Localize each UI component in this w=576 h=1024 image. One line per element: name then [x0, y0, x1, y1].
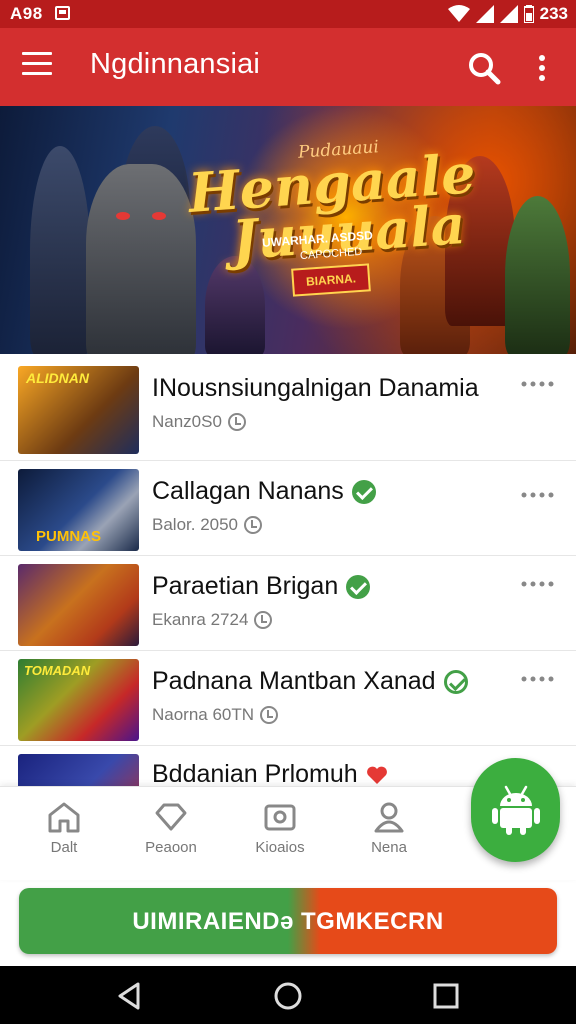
verified-icon: [346, 574, 371, 599]
clock-icon: [227, 413, 246, 431]
nav-label: Peaoon: [145, 839, 197, 856]
banner-hero: [86, 164, 196, 354]
clock-icon: [254, 611, 273, 629]
more-vert-icon[interactable]: [528, 50, 556, 86]
item-title-text: Paraetian Brigan: [152, 572, 339, 600]
nav-profile[interactable]: Nena: [349, 801, 429, 873]
item-thumbnail: [18, 754, 139, 786]
banner-tag: BIARNA.: [291, 263, 371, 297]
item-meta-text: Ekanra 2724: [152, 610, 249, 629]
banner-character: [30, 146, 90, 354]
thumb-label: TOMADAN: [24, 663, 91, 678]
app-bar: Ngdinnansiai: [0, 28, 576, 106]
item-meta: Naorna 60TN: [152, 705, 279, 725]
verified-icon: [351, 479, 376, 504]
item-thumbnail: [18, 564, 139, 646]
item-meta-text: Nanz0S0: [152, 412, 222, 431]
item-meta: Ekanra 2724: [152, 610, 273, 630]
nav-photos[interactable]: Kioaios: [240, 801, 320, 873]
battery-icon: [523, 5, 534, 23]
banner-character: [505, 196, 570, 354]
item-meta-text: Naorna 60TN: [152, 705, 255, 724]
status-clock: 233: [539, 4, 568, 23]
item-meta: Balor. 2050: [152, 515, 263, 535]
wifi-icon: [447, 5, 470, 22]
android-icon: [492, 785, 540, 835]
diamond-icon: [155, 803, 187, 831]
system-navigation-bar: [0, 966, 576, 1024]
game-list: ALIDNAN INousnsiungalnigan Danamia Nanz0…: [0, 354, 576, 786]
item-title: Padnana Mantban Xanad: [152, 667, 468, 696]
clock-icon: [244, 516, 263, 534]
home-button-icon[interactable]: [272, 980, 304, 1012]
photo-icon: [264, 804, 296, 831]
nav-label: Dalt: [50, 839, 78, 856]
item-meta: Nanz0S0: [152, 412, 246, 432]
more-horiz-icon[interactable]: [520, 376, 556, 392]
more-horiz-icon[interactable]: [520, 671, 556, 687]
item-title: INousnsiungalnigan Danamia: [152, 374, 479, 403]
verified-outline-icon: [443, 669, 468, 694]
cta-label: UIMIRAIENDə TGMKECRN: [132, 908, 444, 935]
item-thumbnail: TOMADAN: [18, 659, 139, 741]
item-thumbnail: ALIDNAN: [18, 366, 139, 454]
signal-icon-2: [499, 5, 518, 23]
home-icon: [48, 802, 80, 833]
item-thumbnail: PUMNAS: [18, 469, 139, 551]
more-horiz-icon[interactable]: [520, 487, 556, 503]
notification-icon: [55, 6, 70, 20]
list-item[interactable]: ALIDNAN INousnsiungalnigan Danamia Nanz0…: [0, 354, 576, 461]
android-fab[interactable]: [471, 758, 560, 862]
cta-button[interactable]: UIMIRAIENDə TGMKECRN: [19, 888, 557, 954]
nav-label: Kioaios: [255, 839, 305, 856]
status-bar: A98 233: [0, 0, 576, 28]
item-title-text: Padnana Mantban Xanad: [152, 667, 436, 695]
nav-home[interactable]: Dalt: [24, 801, 104, 873]
search-icon[interactable]: [466, 50, 502, 86]
app-title: Ngdinnansiai: [90, 48, 261, 80]
list-item[interactable]: PUMNAS Callagan Nanans Balor. 2050: [0, 461, 576, 556]
item-title-text: INousnsiungalnigan Danamia: [152, 374, 479, 402]
person-icon: [374, 802, 404, 833]
item-title: Bddanian Prlomuh: [152, 760, 388, 786]
list-item[interactable]: Paraetian Brigan Ekanra 2724: [0, 556, 576, 651]
item-title-text: Callagan Nanans: [152, 477, 344, 505]
recents-icon[interactable]: [430, 980, 462, 1012]
menu-icon[interactable]: [22, 52, 52, 82]
nav-diamond[interactable]: Peaoon: [131, 801, 211, 873]
status-time: A98: [10, 4, 43, 23]
signal-icon: [475, 5, 494, 23]
status-icons: 233: [447, 3, 568, 25]
nav-label: Nena: [371, 839, 407, 856]
list-item[interactable]: TOMADAN Padnana Mantban Xanad Naorna 60T…: [0, 651, 576, 746]
item-title: Callagan Nanans: [152, 477, 376, 506]
more-horiz-icon[interactable]: [520, 576, 556, 592]
item-meta-text: Balor. 2050: [152, 515, 239, 534]
item-title-text: Bddanian Prlomuh: [152, 760, 358, 786]
thumb-label: ALIDNAN: [26, 370, 89, 386]
clock-icon: [260, 706, 279, 724]
back-icon[interactable]: [114, 980, 146, 1012]
item-title: Paraetian Brigan: [152, 572, 371, 601]
thumb-label: PUMNAS: [36, 528, 102, 545]
heart-icon: [366, 766, 387, 784]
featured-banner[interactable]: Pudauaui Hengaale Juuuala UWARHAR. ASDSD…: [0, 106, 576, 354]
